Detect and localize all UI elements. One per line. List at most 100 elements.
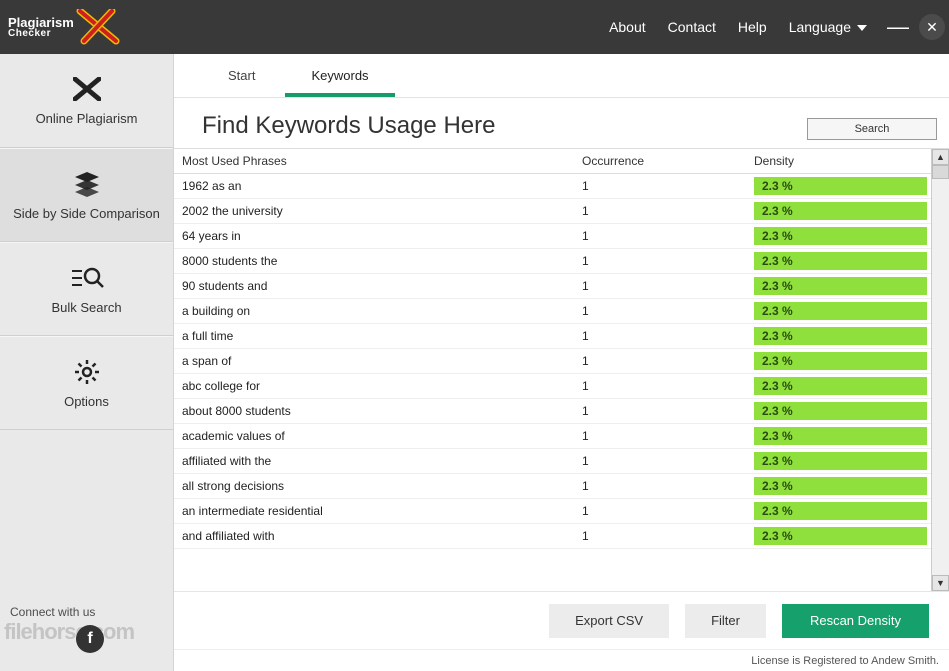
table-row[interactable]: abc college for12.3 % [174, 374, 931, 399]
cell-occurrence: 1 [582, 179, 754, 193]
menu-language[interactable]: Language [789, 19, 867, 35]
tab-start[interactable]: Start [202, 58, 281, 97]
cell-occurrence: 1 [582, 354, 754, 368]
cell-phrase: an intermediate residential [182, 504, 582, 518]
sidebar-item-label: Bulk Search [51, 300, 121, 315]
table-row[interactable]: 8000 students the12.3 % [174, 249, 931, 274]
sidebar-item-label: Options [64, 394, 109, 409]
sidebar-item-label: Side by Side Comparison [13, 206, 160, 221]
app-logo: Plagiarism Checker [8, 9, 120, 45]
cell-density: 2.3 % [754, 302, 931, 320]
cell-density: 2.3 % [754, 452, 931, 470]
cell-density: 2.3 % [754, 352, 931, 370]
col-header-density: Density [754, 154, 931, 168]
topbar: Plagiarism Checker About Contact Help La… [0, 0, 949, 54]
tab-keywords[interactable]: Keywords [285, 58, 394, 97]
cell-density: 2.3 % [754, 377, 931, 395]
sidebar-item-side-by-side[interactable]: Side by Side Comparison [0, 148, 173, 242]
col-header-phrase: Most Used Phrases [182, 154, 582, 168]
table-row[interactable]: 64 years in12.3 % [174, 224, 931, 249]
connect-label: Connect with us [10, 605, 163, 619]
cell-density: 2.3 % [754, 277, 931, 295]
cell-occurrence: 1 [582, 329, 754, 343]
cell-phrase: and affiliated with [182, 529, 582, 543]
export-csv-button[interactable]: Export CSV [549, 604, 669, 638]
gear-icon [74, 358, 100, 386]
cell-occurrence: 1 [582, 279, 754, 293]
chevron-down-icon [857, 25, 867, 31]
cell-density: 2.3 % [754, 527, 931, 545]
bulk-search-icon [70, 264, 104, 292]
table-row[interactable]: a full time12.3 % [174, 324, 931, 349]
search-button[interactable]: Search [807, 118, 937, 140]
cell-phrase: 2002 the university [182, 204, 582, 218]
cell-occurrence: 1 [582, 479, 754, 493]
cell-density: 2.3 % [754, 177, 931, 195]
cell-density: 2.3 % [754, 202, 931, 220]
main-panel: Start Keywords Find Keywords Usage Here … [174, 54, 949, 671]
cell-phrase: a span of [182, 354, 582, 368]
table-row[interactable]: an intermediate residential12.3 % [174, 499, 931, 524]
cell-density: 2.3 % [754, 402, 931, 420]
table-row[interactable]: 1962 as an12.3 % [174, 174, 931, 199]
cell-density: 2.3 % [754, 502, 931, 520]
cell-phrase: 1962 as an [182, 179, 582, 193]
cell-occurrence: 1 [582, 229, 754, 243]
cell-occurrence: 1 [582, 529, 754, 543]
cell-density: 2.3 % [754, 477, 931, 495]
table-row[interactable]: affiliated with the12.3 % [174, 449, 931, 474]
sidebar-item-label: Online Plagiarism [36, 111, 138, 126]
window-controls: — ✕ [885, 14, 945, 40]
page-title: Find Keywords Usage Here [202, 112, 495, 140]
table-row[interactable]: a building on12.3 % [174, 299, 931, 324]
logo-x-icon [76, 9, 120, 45]
cell-phrase: a building on [182, 304, 582, 318]
menu-about[interactable]: About [609, 19, 646, 35]
cell-occurrence: 1 [582, 504, 754, 518]
facebook-icon[interactable]: f [76, 625, 104, 653]
cell-phrase: 64 years in [182, 229, 582, 243]
table-header: Most Used Phrases Occurrence Density [174, 149, 931, 174]
cell-density: 2.3 % [754, 252, 931, 270]
table-row[interactable]: academic values of12.3 % [174, 424, 931, 449]
table-body: 1962 as an12.3 %2002 the university12.3 … [174, 174, 931, 549]
cell-density: 2.3 % [754, 227, 931, 245]
minimize-button[interactable]: — [885, 14, 911, 40]
bottom-toolbar: Export CSV Filter Rescan Density [174, 591, 949, 649]
table-row[interactable]: and affiliated with12.3 % [174, 524, 931, 549]
cell-phrase: all strong decisions [182, 479, 582, 493]
tabs: Start Keywords [174, 54, 949, 98]
table-row[interactable]: 90 students and12.3 % [174, 274, 931, 299]
status-bar: License is Registered to Andew Smith. [174, 649, 949, 671]
table-row[interactable]: all strong decisions12.3 % [174, 474, 931, 499]
scroll-thumb[interactable] [932, 165, 949, 179]
sidebar-item-options[interactable]: Options [0, 336, 173, 430]
cell-density: 2.3 % [754, 327, 931, 345]
cell-occurrence: 1 [582, 379, 754, 393]
cell-density: 2.3 % [754, 427, 931, 445]
vertical-scrollbar[interactable]: ▲ ▼ [931, 149, 949, 591]
close-button[interactable]: ✕ [919, 14, 945, 40]
cell-phrase: about 8000 students [182, 404, 582, 418]
sidebar: Online Plagiarism Side by Side Compariso… [0, 54, 174, 671]
watermark: filehorse.com [4, 619, 134, 645]
filter-button[interactable]: Filter [685, 604, 766, 638]
menu-contact[interactable]: Contact [668, 19, 716, 35]
cell-occurrence: 1 [582, 204, 754, 218]
table-row[interactable]: a span of12.3 % [174, 349, 931, 374]
cell-occurrence: 1 [582, 429, 754, 443]
cell-phrase: academic values of [182, 429, 582, 443]
x-icon [73, 75, 101, 103]
rescan-density-button[interactable]: Rescan Density [782, 604, 929, 638]
menu-help[interactable]: Help [738, 19, 767, 35]
scroll-down-icon[interactable]: ▼ [932, 575, 949, 591]
sidebar-item-online-plagiarism[interactable]: Online Plagiarism [0, 54, 173, 148]
cell-phrase: a full time [182, 329, 582, 343]
table-row[interactable]: 2002 the university12.3 % [174, 199, 931, 224]
cell-phrase: 90 students and [182, 279, 582, 293]
table-row[interactable]: about 8000 students12.3 % [174, 399, 931, 424]
cell-occurrence: 1 [582, 404, 754, 418]
cell-phrase: abc college for [182, 379, 582, 393]
scroll-up-icon[interactable]: ▲ [932, 149, 949, 165]
sidebar-item-bulk-search[interactable]: Bulk Search [0, 242, 173, 336]
